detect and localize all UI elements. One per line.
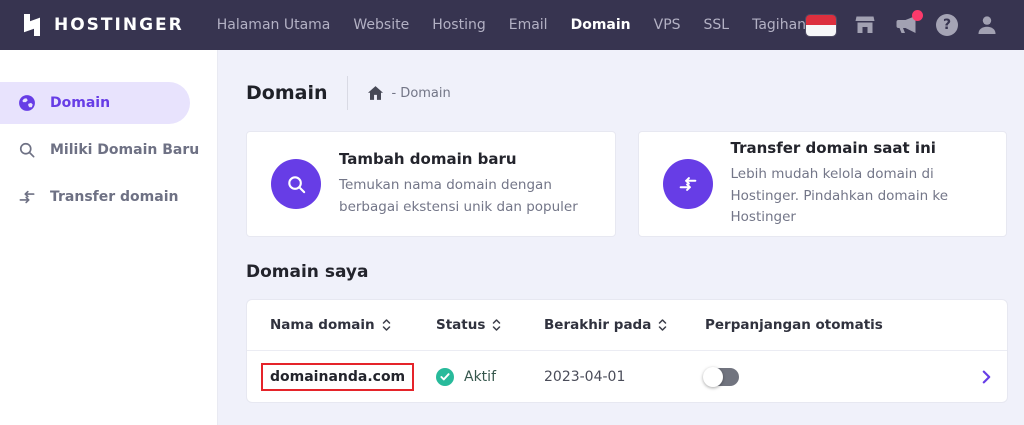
sidebar-item-domain[interactable]: Domain [0,82,190,124]
breadcrumb: - Domain [368,86,450,101]
main-content: Domain - Domain Tambah domain baru Temuk… [219,50,1024,425]
sidebar-item-label: Transfer domain [50,189,178,205]
sort-icon[interactable] [492,319,501,331]
domains-table: Nama domain Status Berakhir pada [246,299,1008,403]
column-header-berakhir-pada: Berakhir pada [544,317,705,333]
announcement-icon[interactable] [894,13,919,37]
column-header-perpanjangan-otomatis: Perpanjangan otomatis [705,317,1007,333]
domain-name[interactable]: domainanda.com [270,369,405,385]
column-label: Status [436,317,485,333]
table-header-row: Nama domain Status Berakhir pada [247,300,1007,350]
card-title: Tambah domain baru [339,150,591,168]
card-description: Temukan nama domain dengan berbagai ekst… [339,175,591,219]
indonesia-flag-icon[interactable] [806,15,836,36]
sort-icon[interactable] [658,319,667,331]
sidebar-item-miliki-domain-baru[interactable]: Miliki Domain Baru [0,129,217,171]
column-label: Berakhir pada [544,317,651,333]
chevron-right-icon[interactable] [982,369,991,384]
nav-item-tagihan[interactable]: Tagihan [752,17,806,33]
search-icon [17,140,37,160]
column-label: Perpanjangan otomatis [705,317,883,333]
toggle-knob [703,367,723,387]
domain-name-cell: domainanda.com [270,363,436,391]
nav-item-hosting[interactable]: Hosting [432,17,486,33]
sidebar-item-transfer-domain[interactable]: Transfer domain [0,176,217,218]
nav-item-email[interactable]: Email [509,17,548,33]
notification-dot [912,10,923,21]
table-row[interactable]: domainanda.com Aktif 2023-04-01 [247,350,1007,402]
top-navbar: HOSTINGER Halaman Utama Website Hosting … [0,0,1024,50]
breadcrumb-path: - Domain [391,86,450,101]
add-domain-card[interactable]: Tambah domain baru Temukan nama domain d… [246,131,616,237]
sidebar: Domain Miliki Domain Baru Transfer domai… [0,50,218,425]
nav-item-website[interactable]: Website [353,17,409,33]
hostinger-logomark-icon [20,12,44,38]
section-title: Domain saya [246,262,1007,282]
transfer-icon [663,159,713,209]
transfer-icon [17,187,37,207]
auto-renew-toggle[interactable] [705,368,739,386]
check-circle-icon [436,368,454,386]
globe-icon [17,93,37,113]
store-icon[interactable] [853,13,877,37]
nav-item-halaman-utama[interactable]: Halaman Utama [217,17,331,33]
nav-item-domain[interactable]: Domain [571,17,631,33]
status-badge: Aktif [464,369,496,385]
column-header-nama-domain: Nama domain [270,317,436,333]
hostinger-logo[interactable]: HOSTINGER [20,12,184,38]
sidebar-item-label: Miliki Domain Baru [50,142,199,158]
flag-white-stripe [806,25,836,36]
card-text: Tambah domain baru Temukan nama domain d… [339,150,591,219]
auto-renew-cell [705,368,1007,386]
card-title: Transfer domain saat ini [731,139,983,157]
account-icon[interactable] [975,13,999,37]
transfer-domain-card[interactable]: Transfer domain saat ini Lebih mudah kel… [638,131,1008,237]
search-icon [271,159,321,209]
brand-name: HOSTINGER [54,15,184,35]
main-navigation: Halaman Utama Website Hosting Email Doma… [217,17,806,33]
column-header-status: Status [436,317,544,333]
home-icon[interactable] [368,86,383,100]
card-description: Lebih mudah kelola domain di Hostinger. … [731,164,983,230]
nav-item-ssl[interactable]: SSL [704,17,730,33]
header-divider [347,76,348,110]
sidebar-item-label: Domain [50,95,110,111]
help-icon[interactable] [936,14,958,36]
flag-red-stripe [806,15,836,26]
page-title: Domain [246,82,327,104]
navbar-icon-group [806,13,999,37]
action-cards: Tambah domain baru Temukan nama domain d… [246,131,1007,237]
annotation-highlight-box: domainanda.com [261,363,414,391]
status-cell: Aktif [436,368,544,386]
column-label: Nama domain [270,317,375,333]
card-text: Transfer domain saat ini Lebih mudah kel… [731,139,983,230]
expiry-date: 2023-04-01 [544,369,705,385]
sort-icon[interactable] [382,319,391,331]
nav-item-vps[interactable]: VPS [654,17,681,33]
page-header: Domain - Domain [246,75,1007,111]
